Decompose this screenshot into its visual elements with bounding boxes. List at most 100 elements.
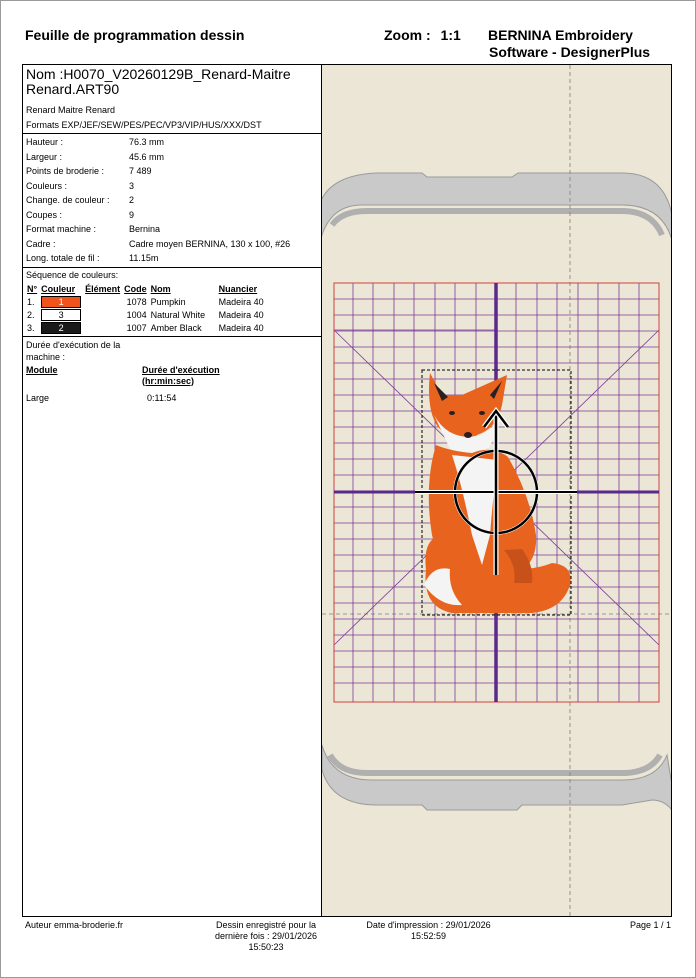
row-chart: Madeira 40: [218, 322, 264, 333]
table-row: 1. 1 1078 Pumpkin Madeira 40: [25, 295, 266, 309]
swatch-cell: 1: [39, 295, 83, 309]
property-label: Long. totale de fil :: [26, 253, 100, 263]
property-row: Hauteur : 76.3 mm: [23, 135, 321, 150]
brand-line-1: BERNINA Embroidery: [488, 27, 633, 43]
color-swatch: 2: [41, 321, 82, 334]
property-value: 11.15m: [129, 253, 159, 263]
zoom-value: 1:1: [440, 27, 461, 43]
table-header-row: N° Couleur Élément Code Nom Nuancier: [25, 283, 266, 296]
property-label: Largeur :: [26, 151, 63, 162]
property-value: 9: [129, 209, 135, 220]
row-code: 1004: [126, 309, 147, 320]
property-label: Format machine :: [26, 224, 97, 234]
col-name: Nom: [150, 283, 171, 294]
property-label: Coupes :: [26, 209, 63, 220]
software-brand: BERNINA Embroidery Software - DesignerPl…: [488, 27, 678, 61]
property-row: Change. de couleur : 2: [23, 193, 321, 208]
machine-duration: Durée d'exécution de la machine : Module…: [23, 337, 321, 405]
print-preview-page: Feuille de programmation dessin Zoom : 1…: [0, 0, 696, 978]
property-value: Bernina: [129, 224, 161, 234]
design-description: Renard Maitre Renard: [26, 105, 116, 115]
color-sequence: Séquence de couleurs: N° Couleur Élément…: [23, 268, 321, 337]
swatch-cell: 3: [39, 308, 83, 322]
duration-value: 0:11:54: [147, 392, 177, 403]
property-label: Hauteur :: [26, 137, 64, 147]
hoop-frame-bottom: [322, 744, 671, 811]
footer-printed-line-1: Date d'impression : 29/01/2026: [366, 920, 491, 930]
col-chart: Nuancier: [218, 283, 258, 294]
row-num: 3.: [27, 322, 35, 333]
row-name: Pumpkin: [150, 296, 186, 307]
col-color: Couleur: [41, 283, 76, 294]
design-properties: Hauteur : 76.3 mm Largeur : 45.6 mm Points…: [23, 134, 321, 268]
property-label: Change. de couleur :: [26, 195, 110, 205]
design-formats: Formats EXP/JEF/SEW/PES/PEC/VP3/VIP/HUS/…: [26, 120, 262, 130]
table-row: 2. 3 1004 Natural White Madeira 40: [25, 308, 266, 322]
row-element: [83, 296, 122, 309]
col-module: Module: [26, 364, 58, 375]
worksheet-frame: Nom :H0070_V20260129B_Renard-Maitre Rena…: [22, 64, 672, 917]
color-sequence-table: N° Couleur Élément Code Nom Nuancier 1. …: [25, 283, 266, 335]
duration-row: Large 0:11:54: [23, 391, 321, 405]
property-row: Coupes : 9: [23, 208, 321, 223]
hoop-inner-top: [329, 208, 665, 237]
col-num: N°: [27, 283, 38, 294]
hoop-inner-bottom: [327, 753, 663, 776]
color-sequence-title: Séquence de couleurs:: [26, 269, 119, 280]
row-code: 1007: [126, 322, 147, 333]
row-num: 1.: [27, 296, 35, 307]
footer-printed: Date d'impression : 29/01/2026 15:52:59: [346, 920, 511, 942]
col-code: Code: [124, 283, 147, 294]
property-label: Couleurs :: [26, 180, 68, 191]
footer-saved-line-1: Dessin enregistré pour la: [215, 920, 317, 930]
footer-page: Page 1 / 1: [629, 920, 671, 930]
color-swatch: 1: [41, 295, 82, 308]
design-info: Nom :H0070_V20260129B_Renard-Maitre Rena…: [23, 65, 321, 134]
property-value: 7 489: [129, 166, 152, 176]
duration-header: Module Durée d'exécution (hr:min:sec): [23, 365, 321, 387]
hoop-preview: [322, 65, 671, 916]
property-value: 3: [129, 180, 135, 191]
property-value: 2: [129, 195, 135, 205]
row-name: Amber Black: [150, 322, 202, 333]
info-panel: Nom :H0070_V20260129B_Renard-Maitre Rena…: [23, 65, 322, 916]
property-label: Cadre :: [26, 238, 56, 249]
row-element: [83, 322, 122, 335]
row-name: Natural White: [150, 309, 206, 320]
property-row: Long. totale de fil : 11.15m: [23, 251, 321, 266]
row-element: [83, 309, 122, 322]
footer-printed-line-2: 15:52:59: [410, 931, 447, 941]
hoop-frame-top: [322, 172, 671, 239]
row-code: 1078: [126, 296, 147, 307]
duration-title: Durée d'exécution de la machine :: [26, 339, 121, 362]
property-label: Points de broderie :: [26, 166, 105, 176]
footer-saved-line-2: dernière fois : 29/01/2026: [214, 931, 318, 941]
design-name: Nom :H0070_V20260129B_Renard-Maitre Rena…: [26, 66, 291, 97]
footer-author: Auteur emma-broderie.fr: [25, 920, 124, 930]
property-value: Cadre moyen BERNINA, 130 x 100, #26: [129, 238, 291, 249]
color-swatch: 3: [41, 308, 82, 321]
row-chart: Madeira 40: [218, 309, 264, 320]
property-row: Cadre : Cadre moyen BERNINA, 130 x 100, #…: [23, 237, 321, 252]
property-row: Format machine : Bernina: [23, 222, 321, 237]
zoom-indicator: Zoom : 1:1: [384, 27, 461, 43]
zoom-label: Zoom :: [384, 27, 431, 43]
table-row: 3. 2 1007 Amber Black Madeira 40: [25, 321, 266, 335]
property-row: Points de broderie : 7 489: [23, 164, 321, 179]
col-duration-line-2: (hr:min:sec): [142, 375, 195, 386]
swatch-cell: 2: [39, 321, 83, 335]
property-row: Couleurs : 3: [23, 179, 321, 194]
row-chart: Madeira 40: [218, 296, 264, 307]
brand-line-2: Software - DesignerPlus: [489, 44, 651, 60]
row-num: 2.: [27, 309, 35, 320]
col-element: Élément: [85, 283, 121, 294]
col-duration: Durée d'exécution (hr:min:sec): [142, 365, 220, 387]
property-value: 45.6 mm: [129, 151, 165, 162]
duration-module: Large: [26, 392, 50, 403]
footer-saved-line-3: 15:50:23: [248, 942, 284, 952]
property-value: 76.3 mm: [129, 137, 165, 147]
page-title: Feuille de programmation dessin: [25, 27, 245, 43]
design-canvas: [322, 65, 671, 916]
footer-saved: Dessin enregistré pour la dernière fois …: [201, 920, 331, 953]
col-duration-line-1: Durée d'exécution: [142, 364, 220, 375]
